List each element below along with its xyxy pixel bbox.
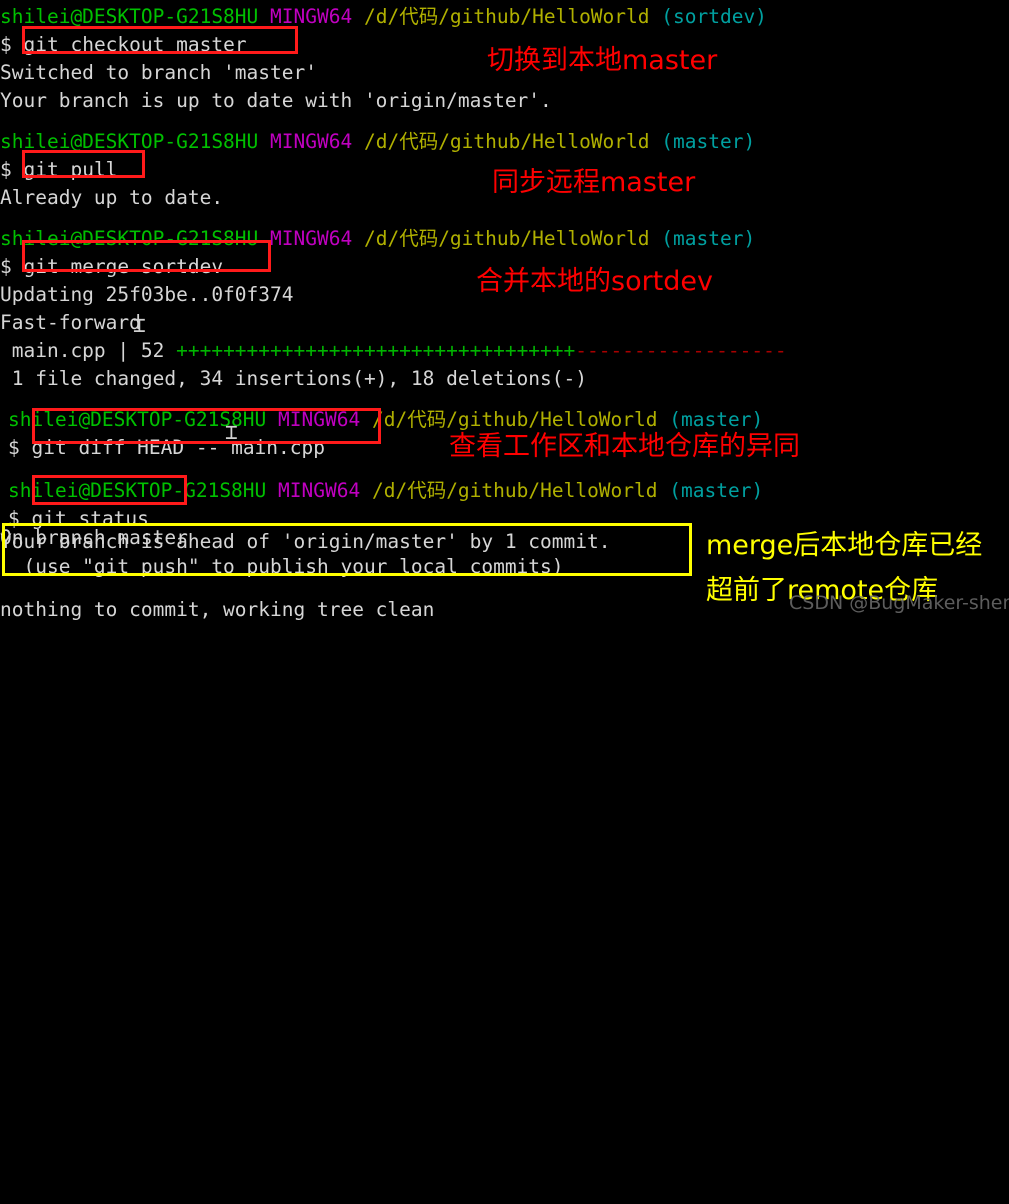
- text-cursor-ibeam-merge: ⌶: [133, 313, 146, 337]
- annotation-diff: 查看工作区和本地仓库的异同: [449, 431, 800, 462]
- status-line-use-git-push: (use "git push" to publish your local co…: [0, 555, 564, 578]
- annotation-checkout: 切换到本地master: [487, 45, 718, 76]
- annotation-pull: 同步远程master: [492, 167, 696, 198]
- status-line-nothing-to-commit: nothing to commit, working tree clean: [0, 598, 435, 621]
- text-cursor-ibeam-diff: ⌶: [225, 420, 238, 444]
- status-line-ahead-of-origin: Your branch is ahead of 'origin/master' …: [0, 530, 611, 553]
- watermark-csdn: CSDN @BugMaker-shen: [789, 592, 1009, 614]
- annotation-merge: 合并本地的sortdev: [476, 266, 714, 297]
- annotation-status-1: merge后本地仓库已经: [706, 530, 983, 561]
